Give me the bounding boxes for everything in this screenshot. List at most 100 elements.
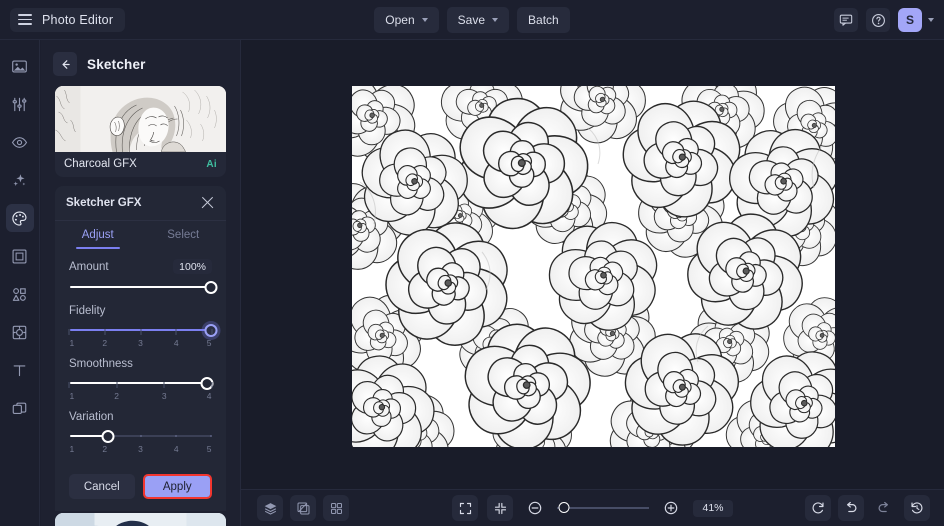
tick-label: 3 [138, 338, 143, 348]
zoom-out-button[interactable] [522, 495, 548, 521]
compare-button[interactable] [290, 495, 316, 521]
slider-variation-knob[interactable] [101, 429, 115, 443]
tick-label: 2 [114, 391, 119, 401]
sparkles-icon [13, 173, 26, 186]
tool-panel: Sketcher Charcoal GFX Ai Sketcher GFX Ad… [41, 40, 241, 526]
zoom-slider-knob[interactable] [558, 502, 570, 513]
undo-icon [847, 501, 857, 513]
effect-header: Sketcher GFX [55, 186, 226, 221]
slider-variation: Variation 1 2 3 4 5 [69, 411, 212, 454]
layers-panel-button[interactable] [257, 495, 283, 521]
text-icon [13, 364, 26, 376]
sidebar-item-text-tool[interactable] [6, 356, 34, 384]
tick-label: 1 [69, 338, 75, 348]
fit-screen-button[interactable] [452, 495, 478, 521]
tick-label: 2 [102, 338, 108, 348]
open-button[interactable]: Open [374, 7, 439, 33]
help-button[interactable] [866, 8, 890, 32]
tick-label: 4 [173, 338, 179, 348]
tab-adjust[interactable]: Adjust [55, 221, 141, 249]
feedback-button[interactable] [834, 8, 858, 32]
sidebar-item-shapes-tool[interactable] [6, 280, 34, 308]
tab-select[interactable]: Select [141, 221, 227, 249]
history-icon [911, 502, 923, 514]
sidebar-item-artistic-tool[interactable] [5, 204, 34, 232]
bottom-right-tools [805, 495, 930, 521]
actual-size-button[interactable] [487, 495, 513, 521]
slider-amount-knob[interactable] [204, 280, 218, 294]
tick-label: 2 [102, 444, 108, 454]
cancel-label: Cancel [83, 480, 120, 493]
layers-icon [12, 402, 27, 414]
slider-amount-track[interactable] [70, 280, 218, 294]
apply-button[interactable]: Apply [144, 476, 210, 497]
account-menu-chevron-down-icon[interactable] [928, 18, 934, 22]
slider-variation-track[interactable] [70, 429, 212, 443]
sidebar-item-sticker-tool[interactable] [6, 318, 34, 346]
eye-icon [11, 136, 28, 148]
fit-screen-icon [459, 502, 471, 514]
preset-footer: Charcoal GFX Ai [55, 152, 226, 177]
sidebar-item-ai-effects-tool[interactable] [6, 166, 34, 194]
preset-card-charcoal[interactable]: Charcoal GFX Ai [55, 86, 226, 177]
tick-label: 4 [206, 391, 212, 401]
preset-card-next[interactable] [55, 513, 226, 526]
bottom-left-tools [257, 495, 349, 521]
apply-button-highlight: Apply [142, 474, 212, 499]
minus-circle-icon [528, 501, 542, 515]
artboard[interactable] [352, 86, 835, 447]
history-button[interactable] [904, 495, 930, 521]
cancel-button[interactable]: Cancel [69, 474, 135, 499]
effect-title: Sketcher GFX [66, 197, 142, 209]
reset-icon [812, 502, 824, 514]
zoom-level-value[interactable]: 41% [693, 499, 733, 517]
sidebar-item-retouch-tool[interactable] [6, 128, 34, 156]
tick-label: 3 [161, 391, 167, 401]
sticker-icon [12, 325, 27, 339]
sidebar-item-adjust-tool[interactable] [6, 90, 34, 118]
zoom-slider[interactable] [557, 502, 649, 514]
layers-stack-icon [264, 502, 276, 514]
avatar[interactable]: S [898, 8, 922, 32]
grid-view-button[interactable] [323, 495, 349, 521]
page-title: Sketcher [87, 56, 146, 72]
tick-label: 1 [69, 391, 75, 401]
save-button[interactable]: Save [446, 7, 510, 33]
batch-button[interactable]: Batch [517, 7, 570, 33]
close-icon[interactable] [200, 195, 216, 211]
batch-label: Batch [528, 13, 559, 27]
sidebar-item-crop-tool[interactable] [6, 242, 34, 270]
slider-fidelity: Fidelity 1 2 3 4 5 [68, 305, 218, 348]
zoom-slider-rail [557, 507, 649, 509]
redo-icon [878, 501, 888, 513]
compare-icon [297, 502, 309, 514]
sidebar-item-image-tool[interactable] [6, 52, 34, 80]
slider-variation-ticks: 1 2 3 4 5 [69, 444, 212, 454]
hamburger-icon [18, 14, 32, 25]
feedback-icon [839, 14, 853, 26]
tab-adjust-label: Adjust [81, 229, 114, 241]
slider-amount: Amount 100% [69, 259, 218, 294]
slider-variation-label: Variation [69, 411, 114, 423]
help-icon [871, 13, 885, 27]
slider-amount-label: Amount [69, 260, 109, 273]
tab-select-label: Select [167, 229, 200, 241]
slider-smoothness-track[interactable] [70, 376, 214, 390]
reset-button[interactable] [805, 495, 831, 521]
slider-amount-fill [70, 286, 211, 288]
preset-name: Charcoal GFX [64, 158, 137, 170]
app-menu-button[interactable]: Photo Editor [10, 7, 126, 32]
top-right-actions: S [834, 0, 934, 40]
canvas-area[interactable] [241, 40, 944, 489]
redo-button[interactable] [871, 495, 897, 521]
undo-button[interactable] [838, 495, 864, 521]
tool-rail [0, 40, 40, 526]
slider-amount-value: 100% [173, 259, 212, 274]
sliders-icon [12, 97, 27, 111]
sidebar-item-layers-tool[interactable] [6, 394, 34, 422]
grid-icon [330, 502, 342, 514]
app-title: Photo Editor [42, 12, 114, 27]
zoom-in-button[interactable] [658, 495, 684, 521]
back-button[interactable] [53, 52, 77, 76]
slider-smoothness-label: Smoothness [69, 358, 133, 370]
